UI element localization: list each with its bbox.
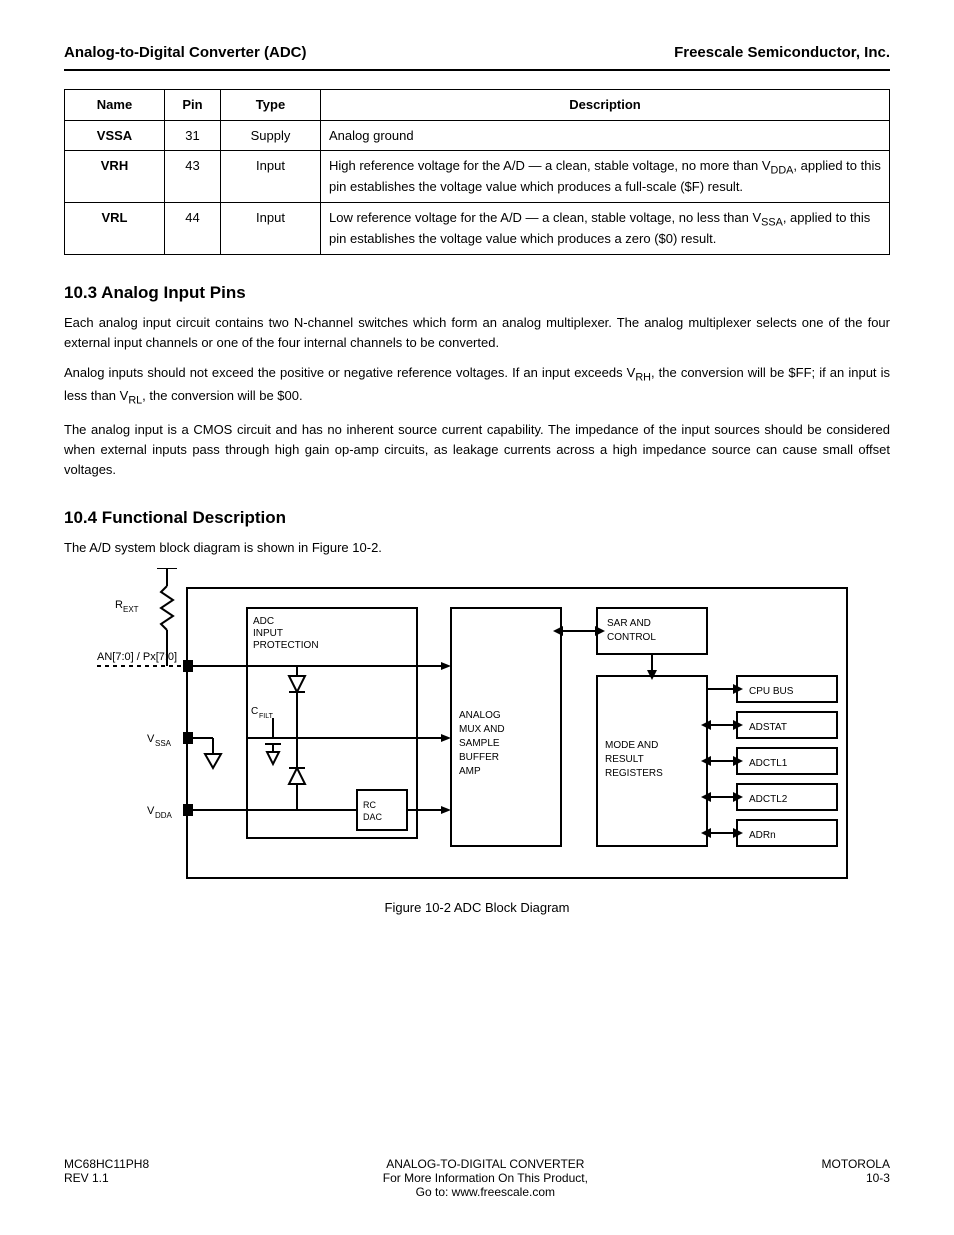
svg-text:AMP: AMP <box>459 766 481 777</box>
table-row: VRL 44 Input Low reference voltage for t… <box>65 202 890 254</box>
body-paragraph: Analog inputs should not exceed the posi… <box>64 363 890 410</box>
label-cpu-bus: CPU BUS <box>749 686 794 697</box>
label-px: AN[7:0] / Px[7:0] <box>97 651 177 663</box>
th-type: Type <box>221 90 321 121</box>
cell-desc: Analog ground <box>321 120 890 151</box>
svg-text:PROTECTION: PROTECTION <box>253 640 319 651</box>
cell-type: Supply <box>221 120 321 151</box>
cell-name: VSSA <box>65 120 165 151</box>
label-mode-res: MODE AND <box>605 740 658 751</box>
footer-center: ANALOG-TO-DIGITAL CONVERTER For More Inf… <box>383 1157 588 1199</box>
table-header-row: Name Pin Type Description <box>65 90 890 121</box>
label-rext-sub: EXT <box>123 605 139 614</box>
table-row: VRH 43 Input High reference voltage for … <box>65 151 890 203</box>
svg-text:DDA: DDA <box>155 811 173 820</box>
cell-pin: 44 <box>165 202 221 254</box>
header-left: Analog-to-Digital Converter (ADC) <box>64 44 307 61</box>
svg-text:MUX AND: MUX AND <box>459 724 505 735</box>
label-cfilt: C <box>251 706 258 717</box>
body-paragraph: The analog input is a CMOS circuit and h… <box>64 420 890 480</box>
th-name: Name <box>65 90 165 121</box>
label-adstat: ADSTAT <box>749 722 787 733</box>
svg-text:INPUT: INPUT <box>253 628 283 639</box>
label-adctl2: ADCTL2 <box>749 794 788 805</box>
cell-type: Input <box>221 202 321 254</box>
svg-text:FILT: FILT <box>259 713 274 720</box>
header-right: Freescale Semiconductor, Inc. <box>674 44 890 61</box>
cell-pin: 43 <box>165 151 221 203</box>
section-heading: 10.4 Functional Description <box>64 508 890 528</box>
label-rext: R <box>115 599 123 611</box>
svg-text:CONTROL: CONTROL <box>607 632 656 643</box>
svg-text:RESULT: RESULT <box>605 754 644 765</box>
figure-caption: Figure 10-2 ADC Block Diagram <box>64 900 890 915</box>
footer-left: MC68HC11PH8 REV 1.1 <box>64 1157 149 1199</box>
cell-desc: High reference voltage for the A/D — a c… <box>321 151 890 203</box>
page-header: Analog-to-Digital Converter (ADC) Freesc… <box>64 44 890 71</box>
table-row: VSSA 31 Supply Analog ground <box>65 120 890 151</box>
svg-text:REGISTERS: REGISTERS <box>605 768 663 779</box>
footer-right: MOTOROLA 10-3 <box>822 1157 890 1199</box>
label-aip: ADC <box>253 616 274 627</box>
th-pin: Pin <box>165 90 221 121</box>
label-rcdac: RC <box>363 800 376 810</box>
label-adctl: ADCTL1 <box>749 758 788 769</box>
cell-desc: Low reference voltage for the A/D — a cl… <box>321 202 890 254</box>
section-heading: 10.3 Analog Input Pins <box>64 283 890 303</box>
label-sar: SAR AND <box>607 618 651 629</box>
svg-text:BUFFER: BUFFER <box>459 752 499 763</box>
body-paragraph: The A/D system block diagram is shown in… <box>64 538 890 558</box>
cell-name: VRL <box>65 202 165 254</box>
label-vdda: V <box>147 805 155 817</box>
page-footer: MC68HC11PH8 REV 1.1 ANALOG-TO-DIGITAL CO… <box>64 1157 890 1199</box>
svg-text:SSA: SSA <box>155 739 172 748</box>
label-vssa: V <box>147 733 155 745</box>
th-desc: Description <box>321 90 890 121</box>
cell-pin: 31 <box>165 120 221 151</box>
label-adr: ADRn <box>749 830 776 841</box>
svg-text:SAMPLE: SAMPLE <box>459 738 500 749</box>
cell-name: VRH <box>65 151 165 203</box>
body-paragraph: Each analog input circuit contains two N… <box>64 313 890 353</box>
label-analog-mux: ANALOG <box>459 710 501 721</box>
pin-table: Name Pin Type Description VSSA 31 Supply… <box>64 89 890 255</box>
cell-type: Input <box>221 151 321 203</box>
svg-text:DAC: DAC <box>363 812 383 822</box>
figure-diagram: R EXT AN[7:0] / Px[7:0] V SSA V DDA ADC … <box>64 568 890 888</box>
